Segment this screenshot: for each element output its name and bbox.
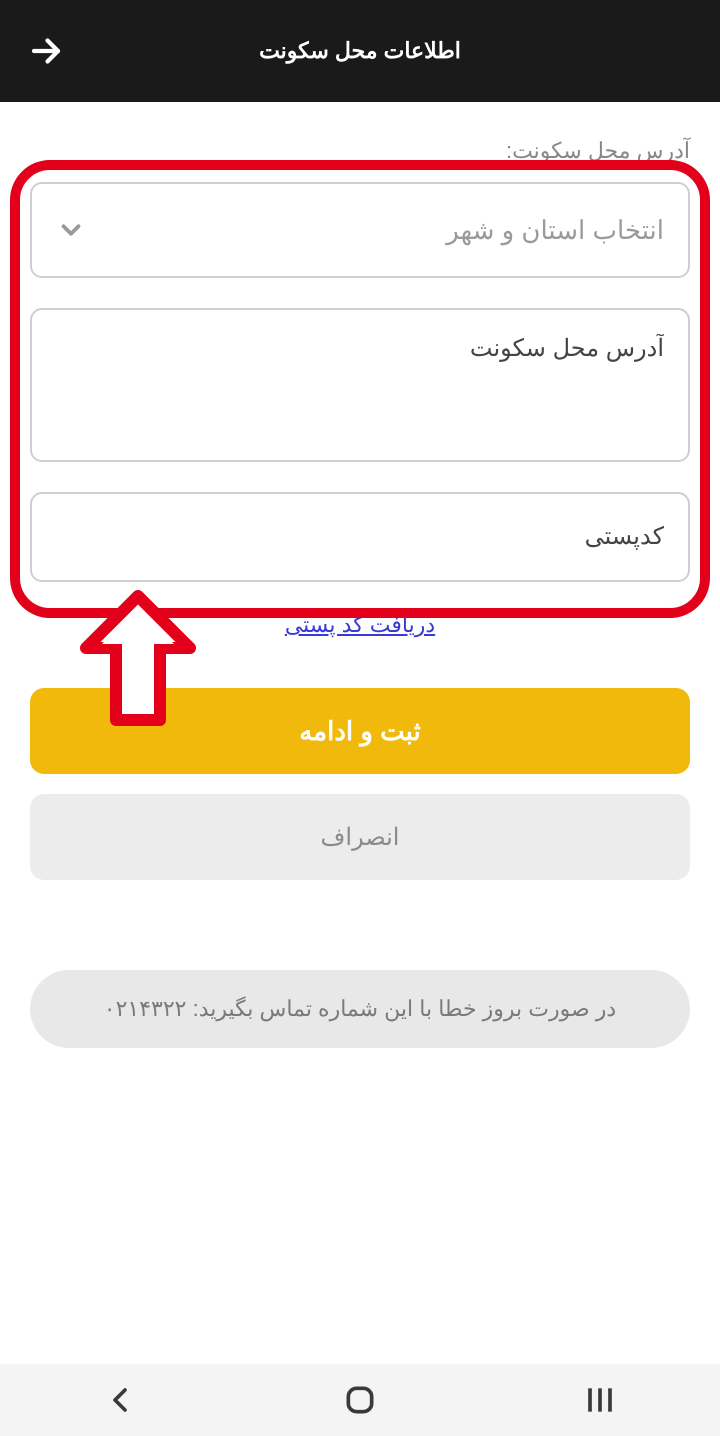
- get-postal-code-link[interactable]: دریافت کد پستی: [30, 612, 690, 638]
- submit-continue-button[interactable]: ثبت و ادامه: [30, 688, 690, 774]
- section-label: آدرس محل سکونت:: [30, 138, 690, 164]
- postal-field-wrapper: [30, 492, 690, 582]
- province-city-select[interactable]: انتخاب استان و شهر: [30, 182, 690, 278]
- province-city-placeholder: انتخاب استان و شهر: [446, 215, 664, 246]
- android-nav-bar: [0, 1364, 720, 1436]
- app-header: اطلاعات محل سکونت: [0, 0, 720, 102]
- nav-home-icon[interactable]: [340, 1380, 380, 1420]
- page-title: اطلاعات محل سکونت: [259, 38, 461, 64]
- nav-recent-icon[interactable]: [580, 1380, 620, 1420]
- back-arrow-icon[interactable]: [28, 33, 64, 69]
- address-field-wrapper: [30, 308, 690, 462]
- chevron-down-icon: [56, 215, 86, 245]
- address-input[interactable]: [56, 334, 664, 436]
- postal-code-input[interactable]: [56, 523, 664, 551]
- help-contact-box: در صورت بروز خطا با این شماره تماس بگیری…: [30, 970, 690, 1048]
- cancel-button[interactable]: انصراف: [30, 794, 690, 880]
- nav-back-icon[interactable]: [100, 1380, 140, 1420]
